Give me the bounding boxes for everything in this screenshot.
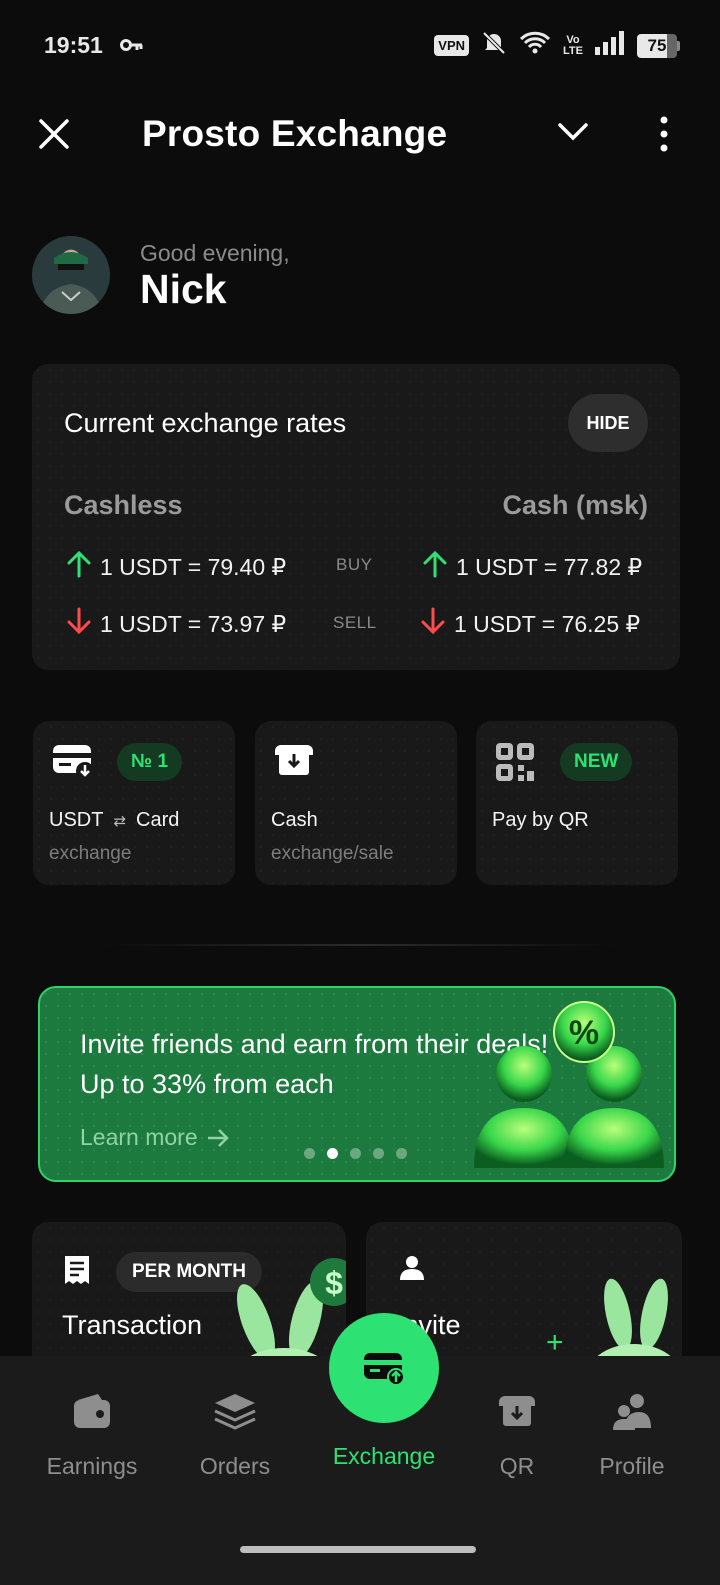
hide-button[interactable]: HIDE: [568, 394, 648, 452]
swap-icon: ⇄: [113, 812, 127, 830]
cash-header: Cash (msk): [502, 490, 648, 520]
qr-code-icon: [494, 741, 538, 788]
percent-icon: %: [569, 1014, 599, 1052]
nav-orders[interactable]: Orders: [170, 1392, 300, 1480]
arrow-right-icon: [207, 1128, 229, 1147]
exchange-rates-card: Current exchange rates HIDE Cashless Cas…: [32, 364, 680, 670]
divider: [100, 944, 620, 946]
arrow-down-icon: [420, 607, 446, 641]
svg-text:$: $: [325, 1265, 343, 1301]
battery-icon: 75: [637, 33, 680, 58]
nav-exchange-label[interactable]: Exchange: [314, 1443, 454, 1470]
arrow-up-icon: [66, 550, 92, 584]
tile-badge-number: № 1: [117, 743, 183, 781]
cash-sell-rate: 1 USDT = 76.25 ₽: [420, 607, 640, 641]
carousel-dot[interactable]: [396, 1148, 407, 1159]
cashless-sell-rate: 1 USDT = 73.97 ₽: [66, 607, 286, 641]
cashless-buy-rate: 1 USDT = 79.40 ₽: [66, 550, 286, 584]
arrow-down-icon: [66, 607, 92, 641]
key-icon: [120, 36, 144, 59]
tile-title: Pay by QR: [492, 809, 589, 831]
carousel-dot-active[interactable]: [327, 1148, 338, 1159]
status-bar: 19:51 VPN Vo LTE 75: [0, 0, 720, 90]
cashless-header: Cashless: [64, 490, 183, 520]
carousel-dots: [304, 1148, 407, 1159]
avatar[interactable]: [32, 236, 110, 314]
close-icon[interactable]: [38, 118, 70, 155]
status-time: 19:51: [44, 32, 103, 58]
qr-download-icon: [499, 1396, 535, 1426]
cash-buy-rate: 1 USDT = 77.82 ₽: [422, 550, 642, 584]
buy-label: BUY: [336, 555, 373, 574]
tile-subtitle: exchange: [49, 843, 132, 864]
tile-cash[interactable]: Cash exchange/sale: [255, 721, 457, 885]
exchange-fab-button[interactable]: [329, 1313, 439, 1423]
chevron-down-icon[interactable]: [558, 122, 588, 147]
greeting-text: Good evening,: [140, 240, 290, 266]
wallet-icon: [74, 1394, 110, 1428]
carousel-dot[interactable]: [304, 1148, 315, 1159]
wifi-icon: [519, 31, 551, 60]
person-icon: [396, 1254, 428, 1287]
learn-more-link[interactable]: Learn more: [80, 1124, 230, 1151]
promo-title: Transaction: [62, 1310, 203, 1340]
greeting: Good evening, Nick: [32, 236, 692, 316]
referral-banner[interactable]: Invite friends and earn from their deals…: [38, 986, 676, 1182]
carousel-dot[interactable]: [373, 1148, 384, 1159]
layers-icon: [214, 1394, 256, 1430]
tile-title: Cash: [271, 809, 318, 831]
tile-badge-new: NEW: [560, 743, 633, 781]
users-icon: [613, 1394, 651, 1430]
app-bar: Prosto Exchange: [0, 100, 720, 170]
sell-label: SELL: [333, 613, 377, 632]
battery-level: 75: [637, 33, 677, 58]
more-options-icon[interactable]: [656, 116, 672, 157]
app-title: Prosto Exchange: [142, 113, 448, 154]
tile-title: USDT ⇄ Card: [49, 809, 180, 831]
arrow-up-icon: [422, 550, 448, 584]
nav-earnings[interactable]: Earnings: [27, 1392, 157, 1480]
referral-illustration: %: [474, 1001, 664, 1168]
nav-profile[interactable]: Profile: [567, 1392, 697, 1480]
nav-qr[interactable]: QR: [452, 1392, 582, 1480]
carousel-dot[interactable]: [350, 1148, 361, 1159]
signal-icon: [595, 31, 625, 60]
tile-subtitle: exchange/sale: [271, 843, 394, 864]
svg-text:+: +: [546, 1326, 564, 1359]
cash-icon: [273, 741, 317, 786]
card-exchange-icon: [51, 741, 95, 786]
tile-pay-by-qr[interactable]: NEW Pay by QR: [476, 721, 678, 885]
rates-title: Current exchange rates: [64, 408, 347, 438]
tile-usdt-card[interactable]: № 1 USDT ⇄ Card exchange: [33, 721, 235, 885]
receipt-icon: [62, 1254, 92, 1291]
user-name: Nick: [140, 266, 227, 312]
card-exchange-icon: [364, 1353, 405, 1386]
mute-icon: [481, 30, 507, 61]
vpn-indicator: VPN: [434, 35, 470, 56]
home-indicator[interactable]: [240, 1546, 476, 1553]
volte-indicator: Vo LTE: [563, 33, 583, 57]
